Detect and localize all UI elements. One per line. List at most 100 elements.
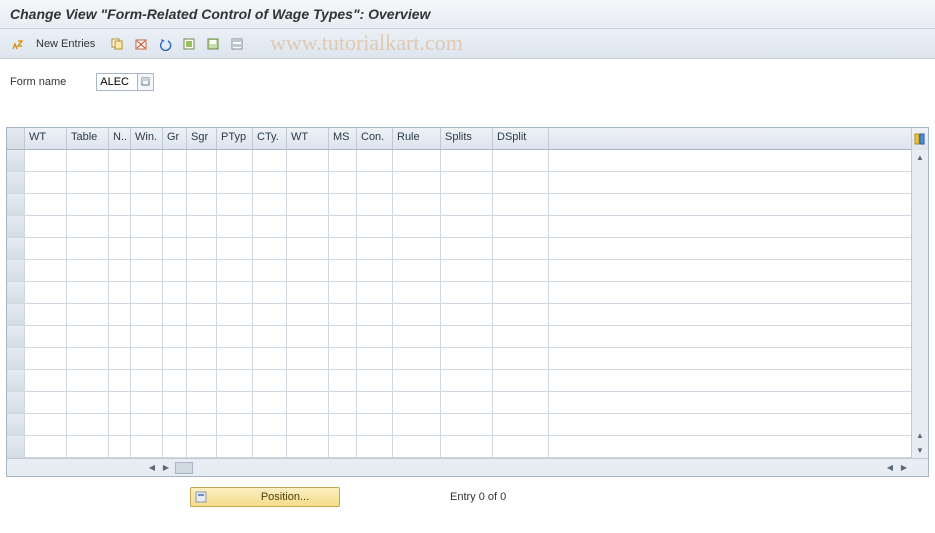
grid-cell[interactable] <box>131 172 163 193</box>
row-selector[interactable] <box>7 172 25 193</box>
grid-cell[interactable] <box>163 392 187 413</box>
grid-cell[interactable] <box>217 414 253 435</box>
grid-cell[interactable] <box>393 370 441 391</box>
grid-cell[interactable] <box>287 216 329 237</box>
row-selector[interactable] <box>7 348 25 369</box>
grid-cell[interactable] <box>217 326 253 347</box>
grid-cell[interactable] <box>393 282 441 303</box>
grid-cell[interactable] <box>67 436 109 457</box>
grid-cell[interactable] <box>357 216 393 237</box>
grid-cell[interactable] <box>493 326 549 347</box>
grid-cell[interactable] <box>131 326 163 347</box>
grid-cell[interactable] <box>109 370 131 391</box>
grid-cell[interactable] <box>357 194 393 215</box>
grid-cell[interactable] <box>357 304 393 325</box>
grid-cell[interactable] <box>441 260 493 281</box>
column-header[interactable]: PTyp <box>217 128 253 149</box>
grid-cell[interactable] <box>187 326 217 347</box>
grid-cell[interactable] <box>187 216 217 237</box>
grid-cell[interactable] <box>217 436 253 457</box>
grid-cell[interactable] <box>217 238 253 259</box>
grid-cell[interactable] <box>67 414 109 435</box>
grid-cell[interactable] <box>163 370 187 391</box>
column-header[interactable]: N.. <box>109 128 131 149</box>
grid-cell[interactable] <box>67 392 109 413</box>
grid-cell[interactable] <box>67 370 109 391</box>
grid-cell[interactable] <box>253 172 287 193</box>
scroll-thumb[interactable] <box>175 462 193 474</box>
grid-cell[interactable] <box>393 436 441 457</box>
row-selector[interactable] <box>7 304 25 325</box>
grid-cell[interactable] <box>217 304 253 325</box>
grid-cell[interactable] <box>67 304 109 325</box>
undo-icon[interactable] <box>155 34 175 54</box>
grid-cell[interactable] <box>357 172 393 193</box>
grid-cell[interactable] <box>493 282 549 303</box>
grid-cell[interactable] <box>109 150 131 171</box>
grid-cell[interactable] <box>253 150 287 171</box>
grid-cell[interactable] <box>441 348 493 369</box>
grid-cell[interactable] <box>217 370 253 391</box>
grid-cell[interactable] <box>187 260 217 281</box>
row-selector[interactable] <box>7 194 25 215</box>
grid-cell[interactable] <box>163 326 187 347</box>
grid-cell[interactable] <box>329 304 357 325</box>
grid-cell[interactable] <box>493 436 549 457</box>
grid-cell[interactable] <box>25 260 67 281</box>
grid-cell[interactable] <box>441 392 493 413</box>
grid-cell[interactable] <box>131 150 163 171</box>
grid-cell[interactable] <box>109 194 131 215</box>
grid-cell[interactable] <box>253 304 287 325</box>
grid-cell[interactable] <box>329 216 357 237</box>
grid-cell[interactable] <box>187 392 217 413</box>
grid-cell[interactable] <box>25 326 67 347</box>
grid-cell[interactable] <box>187 370 217 391</box>
grid-cell[interactable] <box>493 172 549 193</box>
grid-cell[interactable] <box>131 436 163 457</box>
grid-cell[interactable] <box>329 436 357 457</box>
grid-cell[interactable] <box>67 172 109 193</box>
grid-cell[interactable] <box>393 238 441 259</box>
grid-cell[interactable] <box>441 436 493 457</box>
grid-cell[interactable] <box>329 392 357 413</box>
grid-cell[interactable] <box>441 326 493 347</box>
grid-cell[interactable] <box>493 150 549 171</box>
grid-cell[interactable] <box>357 370 393 391</box>
grid-cell[interactable] <box>357 414 393 435</box>
grid-cell[interactable] <box>329 348 357 369</box>
grid-cell[interactable] <box>329 414 357 435</box>
grid-cell[interactable] <box>217 348 253 369</box>
grid-cell[interactable] <box>287 260 329 281</box>
grid-cell[interactable] <box>25 282 67 303</box>
grid-cell[interactable] <box>131 370 163 391</box>
grid-cell[interactable] <box>25 414 67 435</box>
grid-cell[interactable] <box>493 304 549 325</box>
row-selector[interactable] <box>7 282 25 303</box>
copy-as-icon[interactable] <box>107 34 127 54</box>
row-selector[interactable] <box>7 150 25 171</box>
delete-icon[interactable] <box>131 34 151 54</box>
grid-cell[interactable] <box>493 194 549 215</box>
row-selector[interactable] <box>7 260 25 281</box>
grid-cell[interactable] <box>441 150 493 171</box>
table-settings-icon[interactable] <box>911 128 928 150</box>
grid-cell[interactable] <box>441 282 493 303</box>
grid-cell[interactable] <box>329 282 357 303</box>
scroll-left-end-icon[interactable]: ◀ <box>883 461 897 475</box>
grid-cell[interactable] <box>493 238 549 259</box>
grid-cell[interactable] <box>109 348 131 369</box>
grid-cell[interactable] <box>329 150 357 171</box>
row-selector-header[interactable] <box>7 128 25 149</box>
grid-cell[interactable] <box>393 194 441 215</box>
select-block-icon[interactable] <box>227 34 247 54</box>
grid-cell[interactable] <box>25 238 67 259</box>
grid-cell[interactable] <box>287 436 329 457</box>
grid-cell[interactable] <box>217 282 253 303</box>
grid-cell[interactable] <box>131 216 163 237</box>
grid-cell[interactable] <box>131 282 163 303</box>
grid-cell[interactable] <box>109 304 131 325</box>
grid-cell[interactable] <box>163 282 187 303</box>
grid-cell[interactable] <box>187 172 217 193</box>
grid-cell[interactable] <box>357 326 393 347</box>
grid-cell[interactable] <box>217 150 253 171</box>
